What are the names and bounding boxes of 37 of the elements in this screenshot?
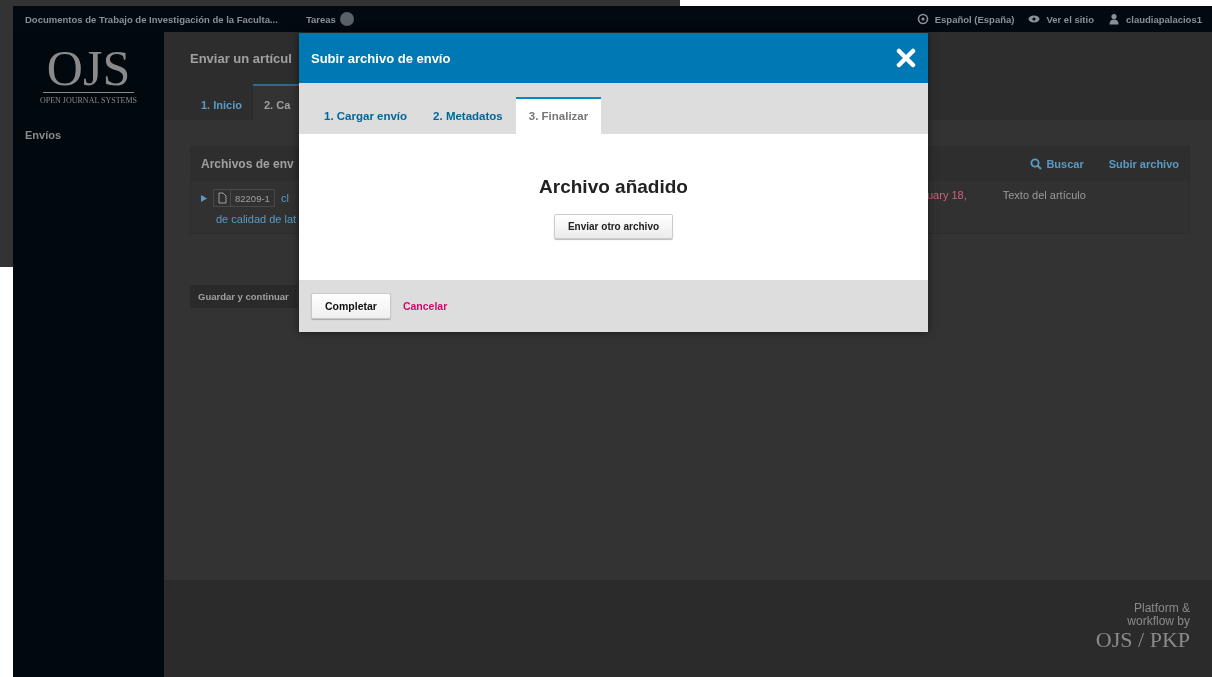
save-continue-button[interactable]: Guardar y continuar xyxy=(190,285,297,308)
file-name-link[interactable]: cl xyxy=(280,192,289,204)
upload-link[interactable]: Subir archivo xyxy=(1108,158,1179,170)
expand-icon[interactable] xyxy=(201,194,207,202)
logo-wordmark[interactable]: OJS xyxy=(42,44,135,93)
step-tab[interactable]: 1. Inicio xyxy=(190,84,253,120)
view-site-link[interactable]: Ver el sitio xyxy=(1046,13,1094,25)
user-menu[interactable]: claudiapalacios1 xyxy=(1125,13,1202,25)
logo-tagline: OPEN JOURNAL SYSTEMS xyxy=(39,96,138,105)
dialog-tab[interactable]: 3. Finalizar xyxy=(515,97,602,134)
file-name-link[interactable]: de calidad de lat xyxy=(201,213,299,225)
search-link[interactable]: Buscar xyxy=(1030,158,1084,170)
status-heading: Archivo añadido xyxy=(539,176,688,198)
complete-button[interactable]: Completar xyxy=(311,293,391,319)
file-component: Texto del artículo xyxy=(1002,189,1086,203)
dialog-tab[interactable]: 2. Metadatos xyxy=(420,97,516,134)
close-icon[interactable] xyxy=(896,48,916,68)
file-id-tag: 82209-1 xyxy=(213,189,275,207)
user-icon xyxy=(1107,13,1120,25)
tasks-link[interactable]: Tareas xyxy=(305,13,336,25)
dialog-title: Subir archivo de envío xyxy=(311,50,451,66)
search-icon xyxy=(1030,158,1043,170)
upload-another-button[interactable]: Enviar otro archivo xyxy=(553,214,674,239)
count-badge xyxy=(339,12,354,26)
site-title[interactable]: Documentos de Trabajo de Investigación de la Faculta... xyxy=(25,13,278,25)
panel-title: Archivos de env xyxy=(201,157,294,171)
dialog-tab[interactable]: 1. Cargar envío xyxy=(311,97,421,134)
footer-logo[interactable]: OJS / PKP xyxy=(1095,628,1190,652)
globe-icon xyxy=(916,13,929,25)
language-menu[interactable]: Español (España) xyxy=(934,13,1015,25)
step-tab[interactable]: 2. Ca xyxy=(252,84,302,120)
file-date: uary 18, xyxy=(927,189,967,203)
cancel-link[interactable]: Cancelar xyxy=(402,300,448,312)
page-title: Enviar un artícul xyxy=(190,51,292,66)
eye-icon xyxy=(1028,13,1041,25)
footer-credit: Platform & workflow by xyxy=(1127,602,1190,628)
sidebar-item[interactable]: Envíos xyxy=(25,129,164,141)
